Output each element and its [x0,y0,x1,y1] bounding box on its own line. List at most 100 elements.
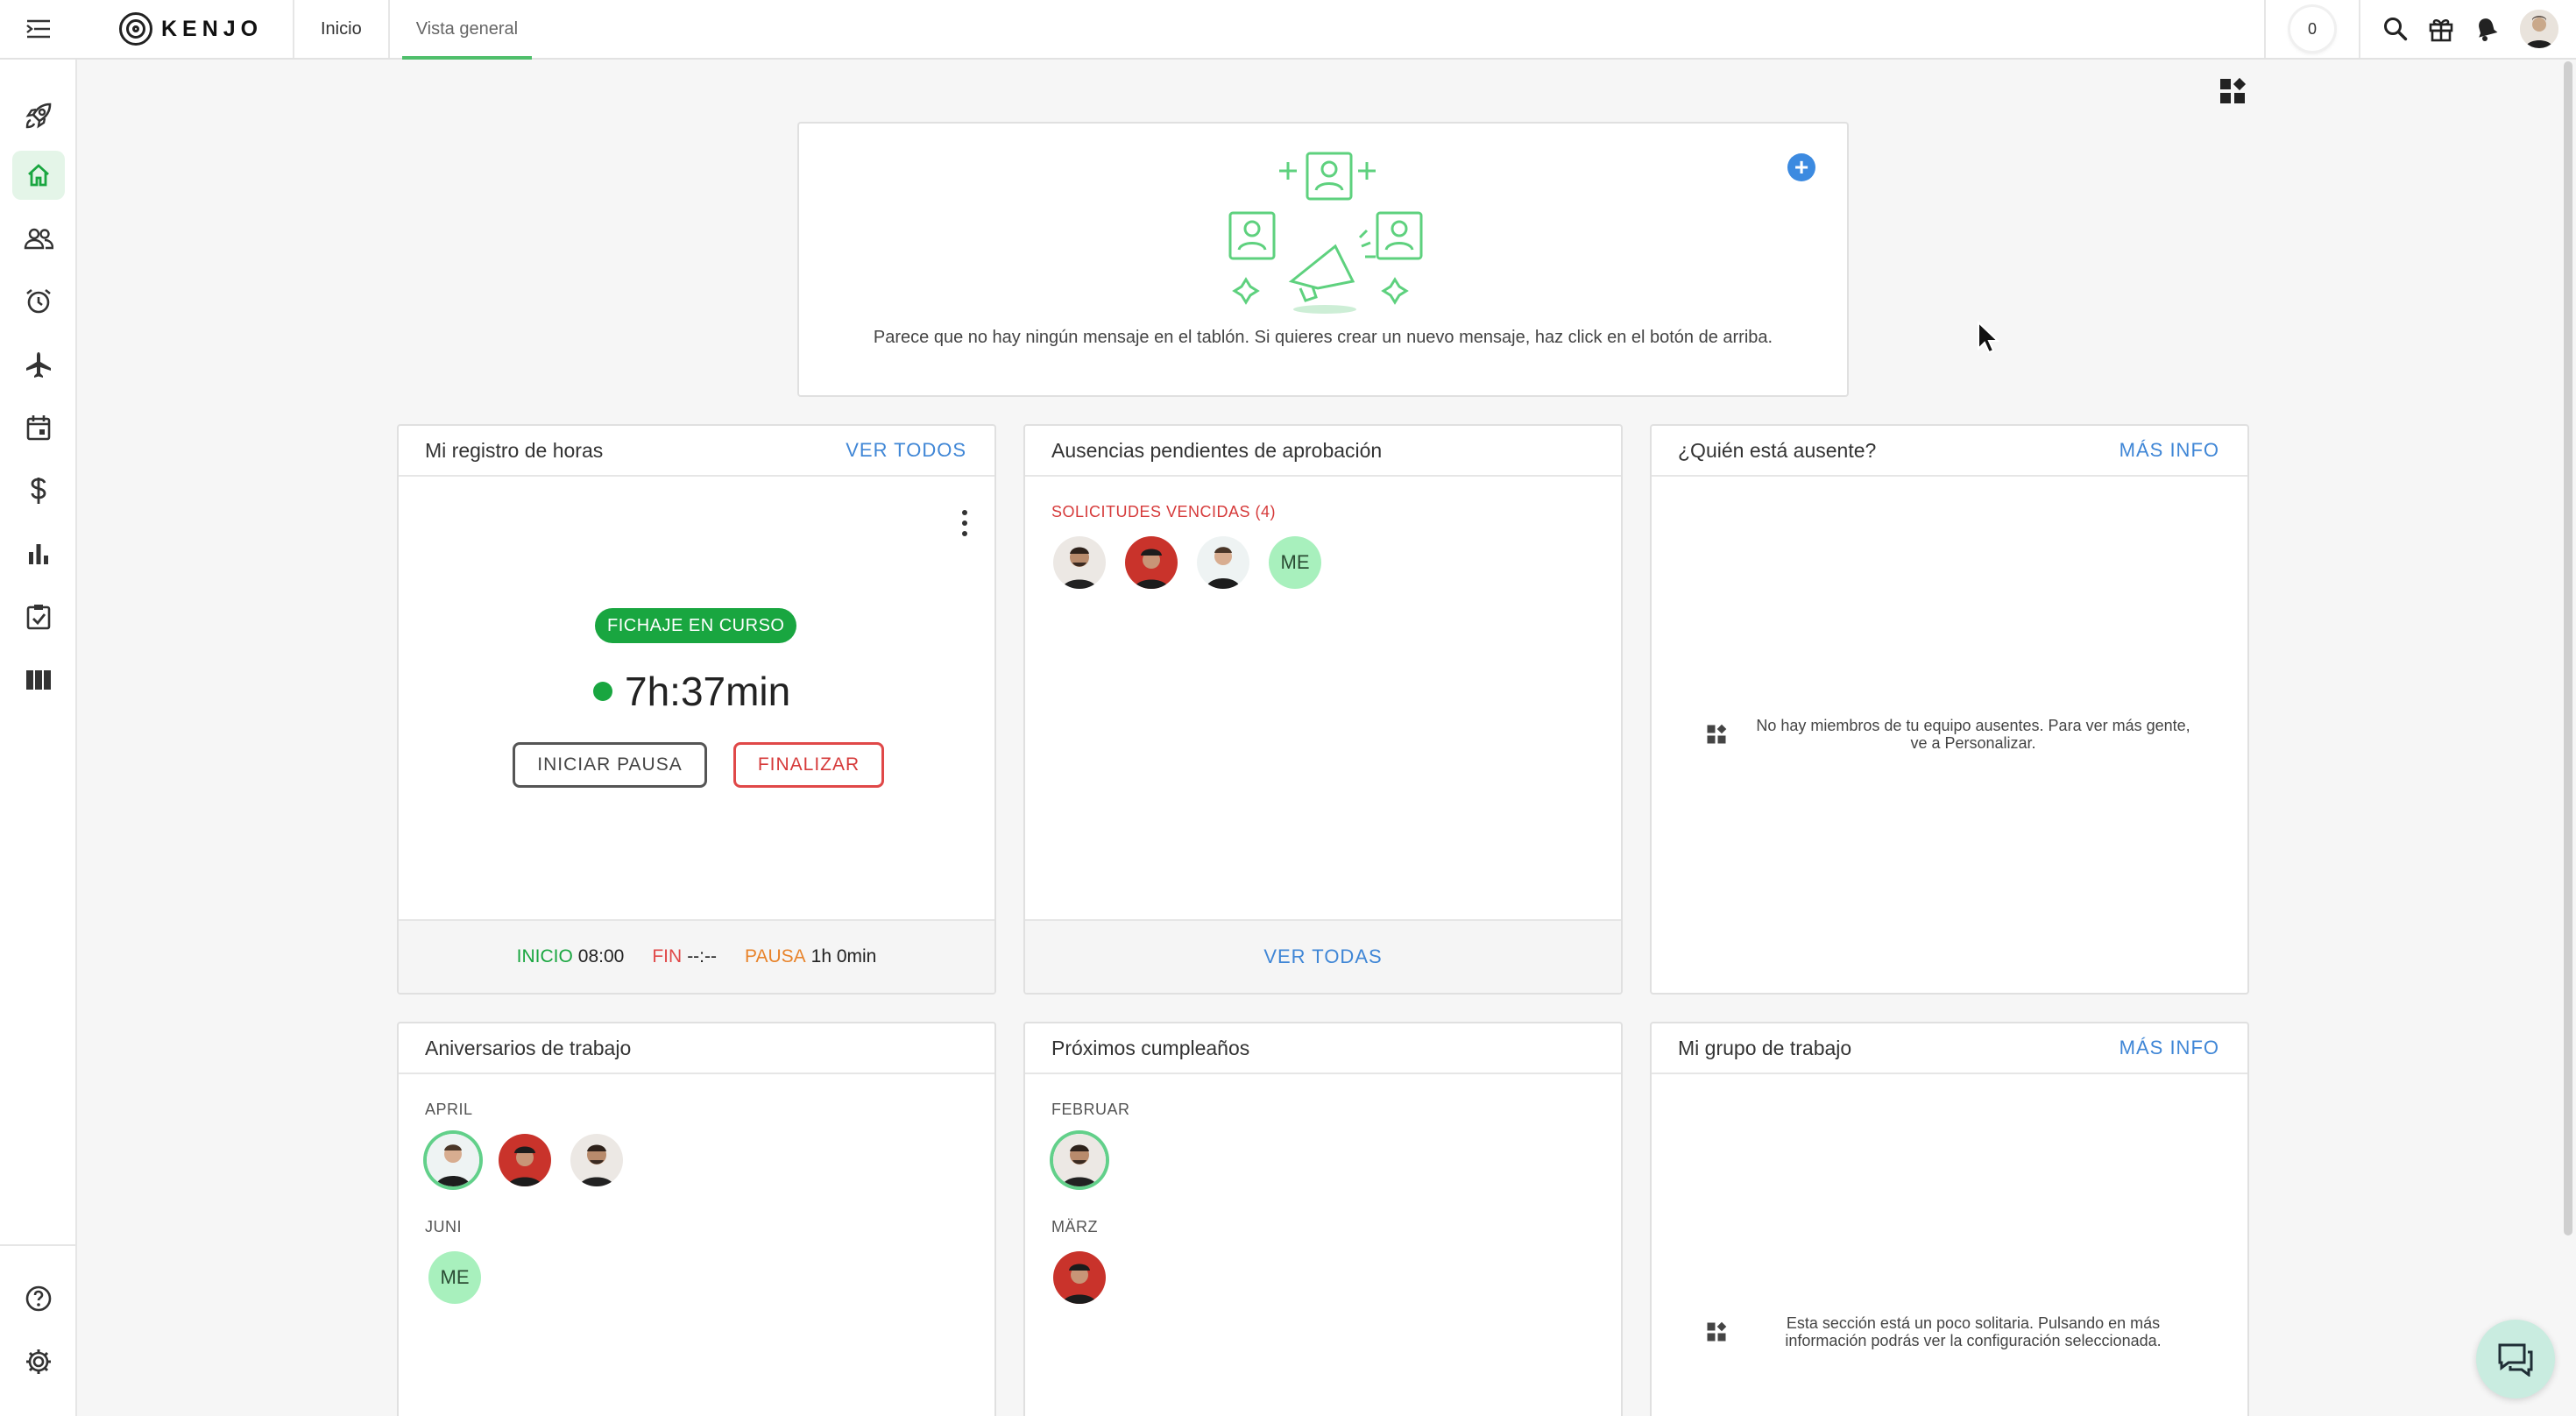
chat-icon [2498,1343,2533,1377]
who-is-absent-card: ¿Quién está ausente? MÁS INFO No hay mie… [1650,424,2249,995]
see-all-link[interactable]: VER TODOS [846,439,966,462]
widgets-icon [1707,1321,1727,1342]
customize-dashboard-button[interactable] [2217,75,2248,107]
announcement-empty-text: Parece que no hay ningún mensaje en el t… [873,328,1773,347]
avatar[interactable] [499,1134,551,1186]
sidebar-item-onboarding[interactable] [12,91,65,140]
topbar-actions: 0 [2264,0,2576,58]
alarm-clock-icon [26,288,51,314]
notifications-button[interactable] [2464,0,2509,58]
person-photo-icon [499,1134,551,1186]
avatar-initials[interactable]: ME [428,1251,481,1304]
avatar[interactable] [1197,536,1249,589]
sidebar-item-attendance[interactable] [12,277,65,326]
avatar[interactable] [1053,536,1106,589]
avatar[interactable] [1053,1134,1106,1186]
rocket-icon [25,103,52,129]
see-all-absences-link[interactable]: VER TODAS [1263,945,1382,968]
status-badge: FICHAJE EN CURSO [595,608,797,643]
search-button[interactable] [2373,0,2418,58]
time-summary-footer: INICIO 08:00 FIN --:-- PAUSA 1h 0min [399,919,994,993]
more-info-link[interactable]: MÁS INFO [2120,439,2219,462]
task-checklist-icon [26,605,51,630]
person-photo-icon [1053,536,1106,589]
empty-state: No hay miembros de tu equipo ausentes. P… [1706,717,2197,752]
help-icon [25,1285,52,1312]
sidebar-item-home[interactable] [12,151,65,200]
empty-state-text: No hay miembros de tu equipo ausentes. P… [1756,717,2190,752]
kebab-dot [962,510,967,515]
sidebar-item-settings[interactable] [12,1337,65,1386]
card-header: Mi registro de horas VER TODOS [399,426,994,477]
sidebar-item-time-off[interactable] [12,340,65,389]
card-title: Aniversarios de trabajo [425,1036,632,1059]
avatar-initials[interactable]: ME [1269,536,1321,589]
widgets-icon [2220,77,2247,103]
avatar[interactable] [570,1134,623,1186]
dollar-icon [31,478,46,504]
user-avatar[interactable] [2520,10,2558,48]
announcement-board: + Parece que no hay ningún mensaje en el… [797,122,1849,397]
pause-label: PAUSA [745,946,806,966]
work-anniversaries-card: Aniversarios de trabajo APRIL JUNI ME [397,1022,996,1416]
gear-icon [26,1349,51,1374]
month-label: MÄRZ [1051,1218,1098,1235]
tab-inicio[interactable]: Inicio [294,0,390,58]
card-title: ¿Quién está ausente? [1678,438,1877,462]
finish-button[interactable]: FINALIZAR [733,742,884,788]
sidebar [0,60,77,1416]
avatar[interactable] [1125,536,1178,589]
elapsed-timer: 7h:37min [593,668,790,715]
birthday-avatars-february [1053,1134,1106,1186]
person-photo-icon [1197,536,1249,589]
start-pause-button[interactable]: INICIAR PAUSA [513,742,707,788]
sidebar-item-help[interactable] [12,1274,65,1323]
sidebar-item-boards[interactable] [12,655,65,704]
counter-area: 0 [2264,0,2360,58]
pending-absences-card: Ausencias pendientes de aprobación SOLIC… [1023,424,1623,995]
overdue-avatars: ME [1053,536,1321,589]
start-value: 08:00 [577,946,625,966]
chat-support-button[interactable] [2476,1320,2555,1398]
card-title: Próximos cumpleaños [1051,1036,1250,1059]
card-header: Mi grupo de trabajo MÁS INFO [1652,1023,2247,1074]
more-options-button[interactable] [961,510,968,536]
menu-toggle-button[interactable] [0,0,77,58]
card-title: Mi registro de horas [425,438,604,462]
month-label: JUNI [425,1218,462,1235]
empty-state-text: Esta sección está un poco solitaria. Pul… [1785,1314,2162,1349]
calendar-icon [26,415,51,441]
sidebar-item-payroll[interactable] [12,466,65,515]
tab-vista-general[interactable]: Vista general [390,0,544,60]
start-label: INICIO [516,946,573,966]
person-photo-icon [1125,536,1178,589]
time-tracking-card: Mi registro de horas VER TODOS FICHAJE E… [397,424,996,995]
widgets-icon [1707,724,1727,744]
avatar[interactable] [427,1134,479,1186]
card-header: Aniversarios de trabajo [399,1023,994,1074]
month-label: APRIL [425,1101,473,1118]
overdue-requests-label: SOLICITUDES VENCIDAS (4) [1051,503,1277,520]
avatar[interactable] [1053,1251,1106,1304]
person-photo-icon [570,1134,623,1186]
gift-icon [2429,19,2453,42]
sidebar-item-people[interactable] [12,214,65,263]
anniversary-avatars-june: ME [428,1251,481,1304]
birthday-avatars-march [1053,1251,1106,1304]
sidebar-item-calendar[interactable] [12,403,65,452]
pause-time: PAUSA 1h 0min [745,946,876,967]
kenjo-logo[interactable]: KENJO [77,0,294,58]
page-scrollbar[interactable] [2564,61,2572,1235]
kebab-dot [962,520,967,526]
card-header: ¿Quién está ausente? MÁS INFO [1652,426,2247,477]
people-icon [24,228,53,250]
sidebar-item-reports[interactable] [12,529,65,578]
pending-counter[interactable]: 0 [2290,7,2334,51]
gift-button[interactable] [2418,0,2464,58]
add-announcement-button[interactable]: + [1787,153,1815,181]
sidebar-item-tasks[interactable] [12,592,65,641]
logo-text: KENJO [161,16,264,41]
card-footer: VER TODAS [1025,919,1621,993]
more-info-link[interactable]: MÁS INFO [2120,1037,2219,1059]
person-photo-icon [427,1134,479,1186]
